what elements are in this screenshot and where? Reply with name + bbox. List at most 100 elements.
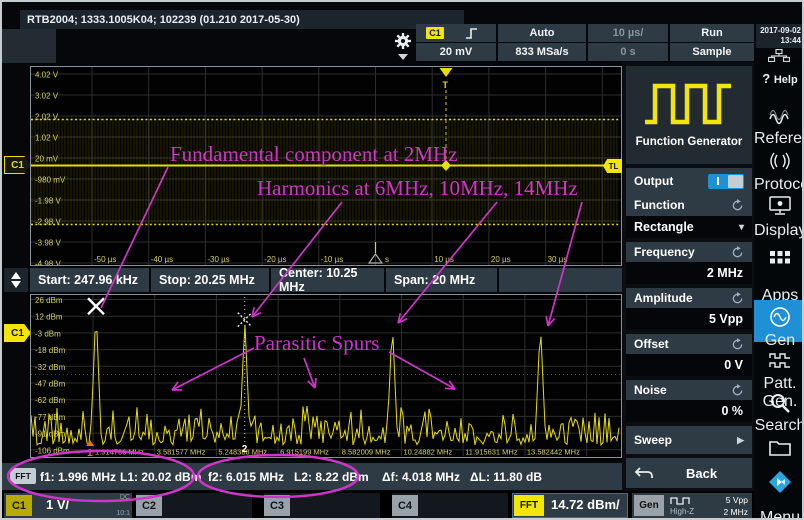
sidebar-field-value-offset[interactable]: 0 V — [626, 354, 752, 376]
toggle-on-mark — [717, 177, 719, 185]
svg-text:3.581577 MHz: 3.581577 MHz — [157, 448, 206, 457]
fft-trace-badge[interactable]: FFT — [514, 495, 544, 516]
fft-start-field[interactable]: Start: 247.96 kHz — [30, 268, 149, 292]
date-text: 2017-09-02 — [756, 26, 801, 36]
svg-text:20 µs: 20 µs — [491, 255, 511, 264]
back-button[interactable]: Back — [626, 458, 752, 488]
right-menu-item-gen[interactable]: Gen — [754, 300, 804, 342]
right-menu-item-display[interactable]: Display — [754, 188, 804, 232]
field-value: 0 V — [724, 358, 743, 372]
bus-icon — [768, 150, 792, 174]
channel3-badge[interactable]: C3 — [264, 495, 290, 516]
sidebar-field-label-amplitude[interactable]: Amplitude — [626, 288, 752, 308]
annotation-spurs: Parasitic Spurs — [254, 331, 379, 356]
back-icon — [634, 466, 654, 480]
right-menu-item-files[interactable] — [754, 428, 804, 464]
acquire-mode-button[interactable]: Sample — [670, 43, 754, 61]
scroll-updown-widget[interactable] — [4, 268, 28, 292]
rs-logo-icon — [768, 470, 792, 494]
field-value: 2 MHz — [707, 266, 743, 280]
horizontal-position-field[interactable]: 0 s — [588, 43, 668, 61]
grid-icon — [768, 248, 792, 272]
measurement-item: f2: 6.015 MHz — [208, 463, 284, 490]
svg-text:T: T — [443, 80, 449, 90]
rotary-knob-icon — [731, 246, 744, 259]
sidebar-field-value-amplitude[interactable]: 5 Vpp — [626, 308, 752, 330]
svg-text:-18 dBm: -18 dBm — [35, 346, 66, 355]
header-channel-badge[interactable]: C1 — [426, 27, 444, 39]
fft-stop-field[interactable]: Stop: 20.25 MHz — [151, 268, 269, 292]
svg-text:6.915199 MHz: 6.915199 MHz — [280, 448, 329, 457]
right-menu-item-help[interactable]: ? Help — [754, 66, 804, 94]
field-label: Frequency — [634, 245, 695, 259]
svg-text:11.915631 MHz: 11.915631 MHz — [465, 448, 518, 457]
vertical-scale-button[interactable]: 20 mV — [416, 43, 496, 61]
timebase-button[interactable]: 10 µs/ — [588, 24, 668, 42]
waveform-channel-tag[interactable]: C1 — [4, 156, 31, 174]
sidebar-field-value-frequency[interactable]: 2 MHz — [626, 262, 752, 284]
trigger-slope-icon[interactable] — [464, 27, 480, 40]
acquisition-mode-button[interactable]: Auto — [498, 24, 586, 42]
gear-icon[interactable] — [394, 32, 412, 50]
fft-plot: 26 dBm12 dBm-3 dBm-18 dBm-32 dBm-47 dBm-… — [30, 294, 622, 460]
right-menu-item-patt-gen-[interactable]: Patt. Gen. — [754, 344, 804, 384]
measurement-item: L1: 20.02 dBm — [120, 463, 201, 490]
menu-label: Help — [774, 74, 798, 86]
run-state-button[interactable]: Run — [670, 24, 754, 42]
right-menu-item-search[interactable]: Search — [754, 386, 804, 426]
channel1-badge[interactable]: C1 — [6, 495, 32, 516]
sweep-row[interactable]: Sweep ▶ — [626, 426, 752, 454]
title-bar: RTB2004; 1333.1005K04; 102239 (01.210 20… — [20, 10, 464, 29]
svg-text:8.582009 MHz: 8.582009 MHz — [342, 448, 391, 457]
sidebar-field-label-noise[interactable]: Noise — [626, 380, 752, 400]
sidebar-field-value-noise[interactable]: 0 % — [626, 400, 752, 422]
svg-text:-3 dBm: -3 dBm — [35, 329, 61, 338]
function-generator-title: Function Generator — [626, 136, 752, 148]
sidebar-field-label-function[interactable]: Function — [626, 194, 752, 216]
sidebar-field-value-function[interactable]: Rectangle▾ — [626, 216, 752, 238]
sample-rate-field[interactable]: 833 MSa/s — [498, 43, 586, 61]
device-title: RTB2004; 1333.1005K04; 102239 (01.210 20… — [27, 14, 300, 26]
annotation-fundamental: Fundamental component at 2MHz — [170, 142, 458, 167]
right-menu-item-protocol[interactable]: Protocol — [754, 142, 804, 186]
svg-text:-91 dBm: -91 dBm — [35, 430, 66, 439]
submenu-arrow-icon: ▶ — [737, 435, 744, 446]
field-label: Function — [634, 198, 685, 212]
pattern-icon — [768, 350, 792, 374]
field-value: 5 Vpp — [709, 312, 743, 326]
fft-center-field[interactable]: Center: 10.25 MHz — [271, 268, 384, 292]
chevron-down-icon[interactable] — [398, 54, 408, 60]
time-text: 13:44 — [756, 36, 801, 46]
sidebar-field-label-frequency[interactable]: Frequency — [626, 242, 752, 262]
field-label: Noise — [634, 383, 667, 397]
field-label: Offset — [634, 337, 669, 351]
svg-text:-1.98 V: -1.98 V — [35, 197, 61, 206]
svg-text:30 µs: 30 µs — [548, 255, 568, 264]
svg-text:1.02 V: 1.02 V — [35, 134, 59, 143]
right-menu-item-menu[interactable]: Menu — [754, 466, 804, 520]
channel1-scale: 1 V/ — [46, 497, 69, 512]
svg-text:2.02 V: 2.02 V — [35, 113, 59, 122]
svg-text:-3.98 V: -3.98 V — [35, 239, 61, 248]
corner-panel — [2, 29, 56, 63]
svg-text:2: 2 — [242, 444, 248, 455]
toggle-knob — [728, 175, 743, 188]
right-menu-item-apps[interactable]: Apps — [754, 234, 804, 298]
output-toggle[interactable] — [708, 174, 744, 189]
channel4-badge[interactable]: C4 — [392, 495, 418, 516]
right-menu-item-references[interactable]: References — [754, 96, 804, 140]
measurement-item: Δf: 4.018 MHz — [382, 463, 460, 490]
measurement-item: f1: 1.996 MHz — [40, 463, 116, 490]
generator-badge[interactable]: Gen — [634, 495, 664, 516]
network-icon — [768, 49, 790, 62]
fft-channel-tag[interactable]: C1 — [4, 324, 31, 342]
menu-label: Menu — [754, 509, 804, 520]
output-row[interactable]: Output — [626, 168, 752, 194]
dropdown-chevron-icon: ▾ — [739, 222, 744, 233]
svg-text:-30 µs: -30 µs — [207, 255, 229, 264]
svg-text:-40 µs: -40 µs — [151, 255, 173, 264]
channel2-badge[interactable]: C2 — [136, 495, 162, 516]
sidebar-field-label-offset[interactable]: Offset — [626, 334, 752, 354]
fft-svg: 26 dBm12 dBm-3 dBm-18 dBm-32 dBm-47 dBm-… — [30, 294, 622, 460]
fft-span-field[interactable]: Span: 20 MHz — [386, 268, 497, 292]
